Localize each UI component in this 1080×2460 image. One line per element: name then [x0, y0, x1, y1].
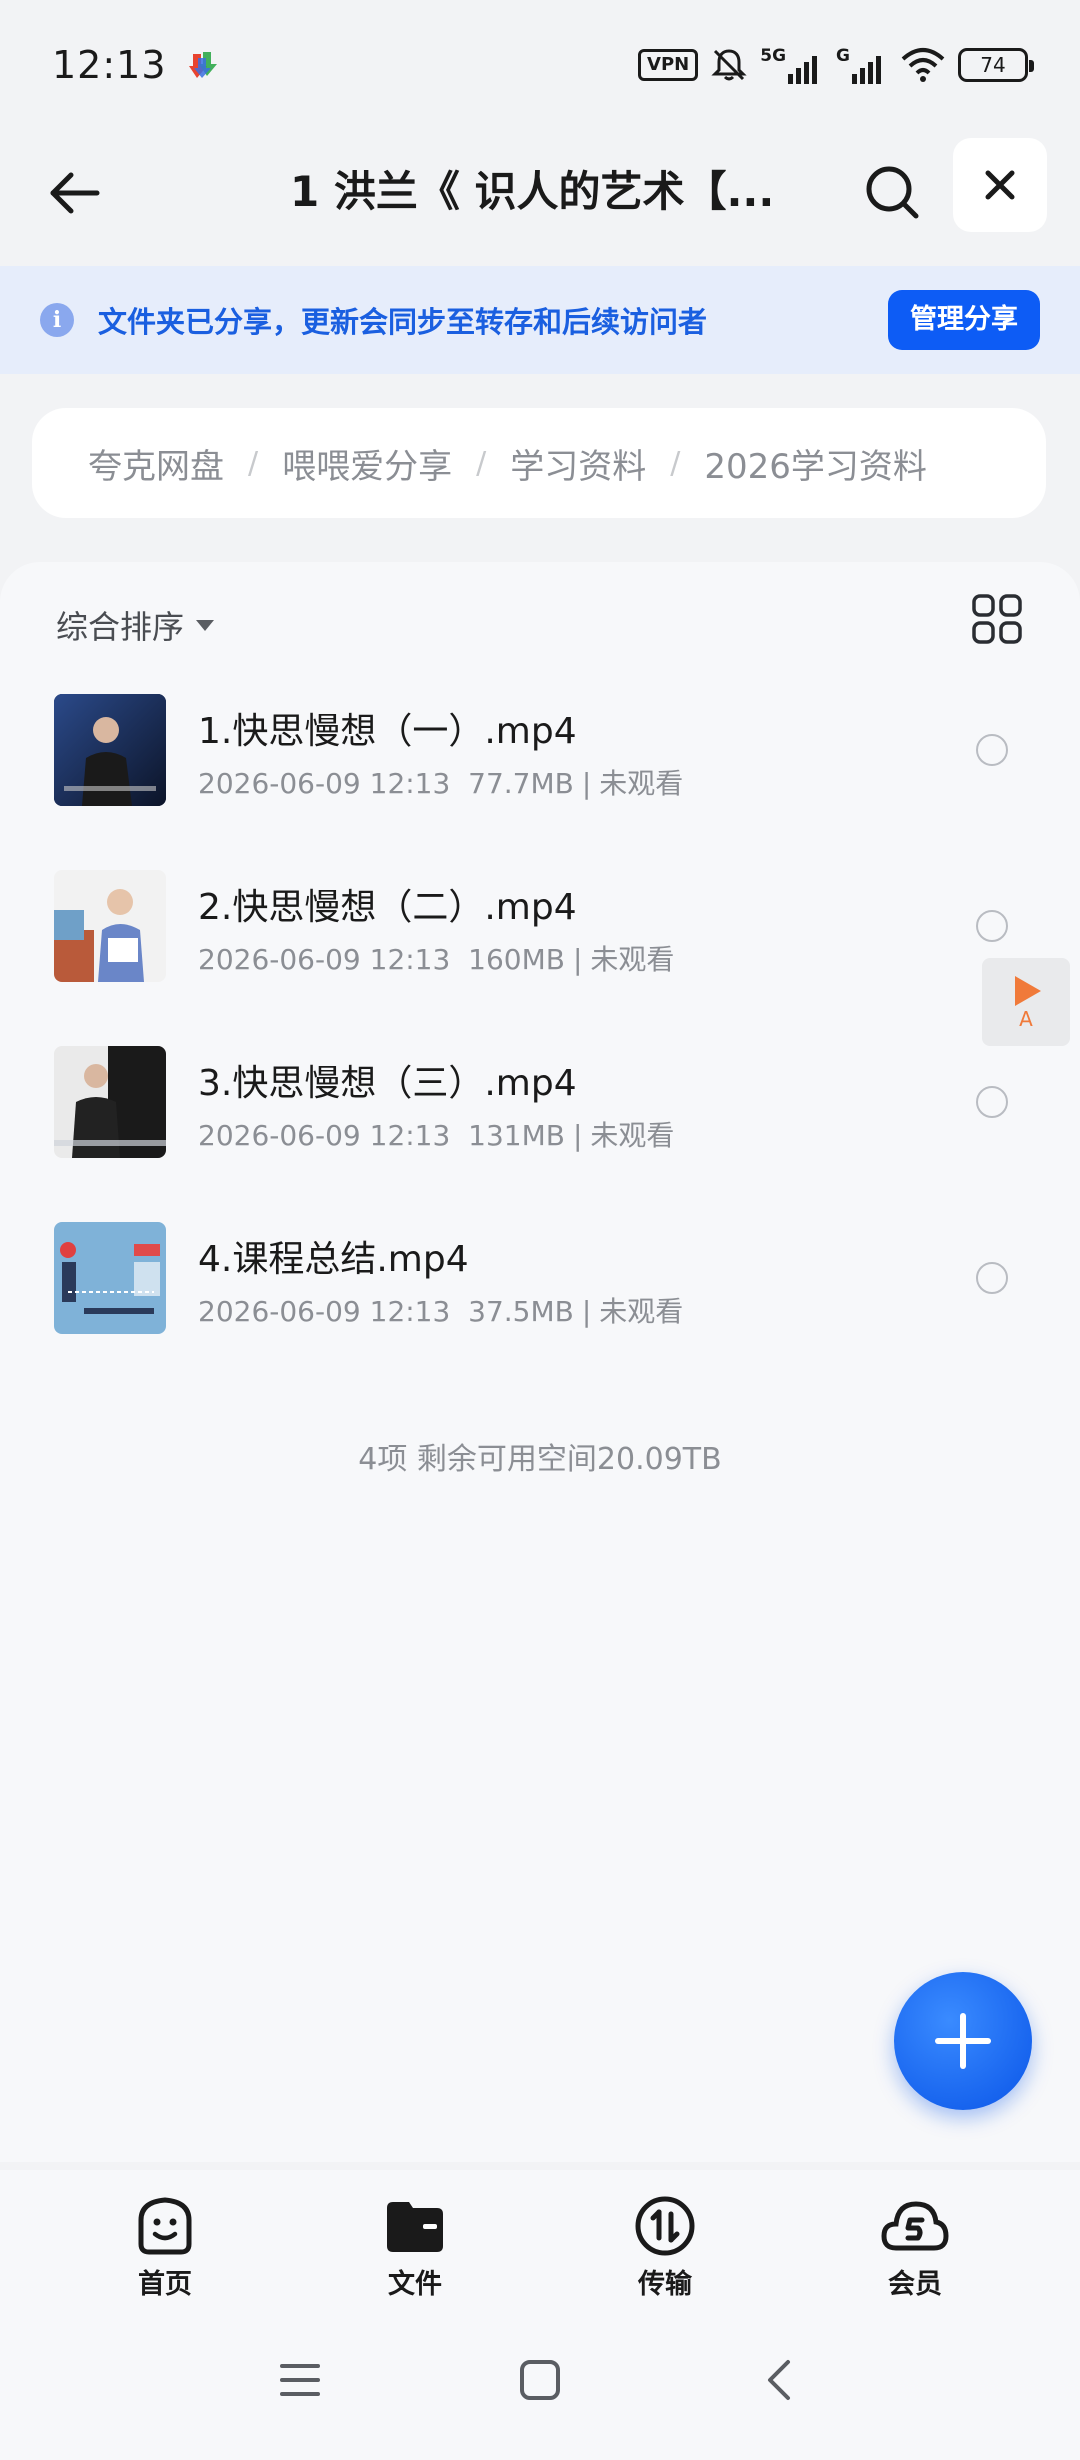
- file-date: 2026-06-09 12:13: [198, 943, 451, 976]
- sort-dropdown[interactable]: 综合排序: [56, 602, 215, 648]
- tab-transfer[interactable]: 传输: [540, 2170, 790, 2310]
- network-5g-label: 5G: [760, 46, 787, 66]
- tab-label: 会员: [888, 2269, 942, 2300]
- tab-home[interactable]: 首页: [40, 2170, 290, 2310]
- file-size: 37.5MB: [468, 1295, 574, 1328]
- file-date: 2026-06-09 12:13: [198, 767, 451, 800]
- file-date: 2026-06-09 12:13: [198, 1295, 451, 1328]
- file-size: 77.7MB: [468, 767, 574, 800]
- page-title: 1 洪兰《 识人的艺术【...: [290, 167, 770, 216]
- folder-icon: [387, 2202, 443, 2252]
- video-thumbnail: [54, 1222, 166, 1334]
- breadcrumb-separator: /: [248, 445, 259, 481]
- select-radio[interactable]: [976, 1086, 1008, 1118]
- network-g-label: G: [836, 46, 850, 66]
- vpn-badge: VPN: [638, 49, 699, 81]
- file-row[interactable]: 1.快思慢想（一）.mp4 2026-06-09 12:13 77.7MB | 未观…: [0, 662, 1080, 838]
- breadcrumb-item-study[interactable]: 学习资料: [510, 439, 646, 488]
- close-icon: [985, 170, 1015, 200]
- meta-separator: |: [581, 1295, 592, 1328]
- file-row[interactable]: 4.课程总结.mp4 2026-06-09 12:13 37.5MB | 未观看: [0, 1190, 1080, 1366]
- add-button[interactable]: [894, 1972, 1032, 2110]
- tab-vip[interactable]: 会员: [790, 2170, 1040, 2310]
- share-banner: i 文件夹已分享，更新会同步至转存和后续访问者 管理分享: [0, 266, 1080, 374]
- tab-label: 首页: [138, 2269, 192, 2300]
- sort-label: 综合排序: [56, 608, 185, 646]
- menu-button[interactable]: [270, 2350, 330, 2410]
- tab-label: 文件: [388, 2269, 442, 2300]
- breadcrumb-separator: /: [670, 445, 681, 481]
- file-meta: 2026-06-09 12:13 160MB | 未观看: [198, 938, 674, 978]
- file-name: 1.快思慢想（一）.mp4: [198, 711, 577, 752]
- signal-g-icon: G: [836, 46, 888, 84]
- breadcrumb-separator: /: [476, 445, 487, 481]
- back-nav-button[interactable]: [750, 2350, 810, 2410]
- floating-player-label: A: [1019, 1007, 1033, 1031]
- file-name: 2.快思慢想（二）.mp4: [198, 887, 577, 928]
- status-indicators: VPN 5G G 74: [638, 46, 1034, 84]
- file-meta: 2026-06-09 12:13 131MB | 未观看: [198, 1114, 674, 1154]
- status-time: 12:13: [52, 43, 167, 87]
- file-status: 未观看: [590, 943, 675, 976]
- file-row[interactable]: 3.快思慢想（三）.mp4 2026-06-09 12:13 131MB | 未观看: [0, 1014, 1080, 1190]
- plus-icon: [935, 2013, 991, 2069]
- bottom-tab-bar: 首页 文件 传输 会员: [0, 2170, 1080, 2310]
- close-button[interactable]: [953, 138, 1047, 232]
- grid-view-icon[interactable]: [970, 592, 1024, 646]
- select-radio[interactable]: [976, 734, 1008, 766]
- file-list-panel: 综合排序 1.快思慢想（一）.mp4 2026-06-09 12:13 77.7…: [0, 562, 1080, 2162]
- meta-separator: |: [581, 767, 592, 800]
- tab-files[interactable]: 文件: [290, 2170, 540, 2310]
- file-meta: 2026-06-09 12:13 37.5MB | 未观看: [198, 1290, 683, 1330]
- status-bar: 12:13 VPN 5G G 74: [0, 0, 1080, 130]
- app-notification-icon: [188, 52, 217, 78]
- storage-summary: 4项 剩余可用空间20.09TB: [358, 1442, 722, 1477]
- breadcrumb-item-root[interactable]: 夸克网盘: [88, 439, 224, 488]
- floating-player[interactable]: A: [982, 958, 1070, 1046]
- info-icon: i: [40, 303, 74, 337]
- search-button[interactable]: [852, 152, 932, 232]
- breadcrumb-item-share[interactable]: 喂喂爱分享: [282, 439, 452, 488]
- system-nav-bar: [0, 2310, 1080, 2460]
- select-radio[interactable]: [976, 1262, 1008, 1294]
- breadcrumb: 夸克网盘 / 喂喂爱分享 / 学习资料 / 2026学习资料: [32, 408, 1046, 518]
- share-banner-text: 文件夹已分享，更新会同步至转存和后续访问者: [98, 305, 708, 339]
- file-meta: 2026-06-09 12:13 77.7MB | 未观看: [198, 762, 683, 802]
- caret-down-icon: [196, 619, 215, 631]
- smiley-home-icon: [138, 2197, 192, 2255]
- play-icon: [1015, 976, 1041, 1006]
- back-button[interactable]: [40, 158, 110, 228]
- home-nav-button[interactable]: [510, 2350, 570, 2410]
- signal-5g-icon: 5G: [760, 46, 824, 84]
- arrow-left-icon: [50, 172, 100, 214]
- file-row[interactable]: 2.快思慢想（二）.mp4 2026-06-09 12:13 160MB | 未观看: [0, 838, 1080, 1014]
- meta-separator: |: [572, 943, 583, 976]
- file-name: 4.课程总结.mp4: [198, 1239, 469, 1280]
- file-status: 未观看: [599, 1295, 684, 1328]
- video-thumbnail: [54, 694, 166, 806]
- meta-separator: |: [572, 1119, 583, 1152]
- mute-bell-icon: [711, 49, 747, 81]
- select-radio[interactable]: [976, 910, 1008, 942]
- menu-icon: [280, 2364, 320, 2396]
- wifi-icon: [901, 48, 945, 82]
- battery-indicator: 74: [958, 48, 1034, 82]
- square-home-icon: [520, 2360, 560, 2400]
- file-size: 160MB: [468, 943, 565, 976]
- file-status: 未观看: [590, 1119, 675, 1152]
- manage-share-button[interactable]: 管理分享: [888, 290, 1040, 350]
- title-bar: 1 洪兰《 识人的艺术【...: [0, 130, 1080, 266]
- breadcrumb-item-2026[interactable]: 2026学习资料: [704, 439, 927, 488]
- video-thumbnail: [54, 1046, 166, 1158]
- file-date: 2026-06-09 12:13: [198, 1119, 451, 1152]
- cloud-vip-icon: [881, 2201, 949, 2251]
- file-name: 3.快思慢想（三）.mp4: [198, 1063, 577, 1104]
- transfer-icon: [635, 2196, 695, 2256]
- chevron-left-icon: [768, 2360, 790, 2400]
- tab-label: 传输: [638, 2269, 692, 2300]
- file-size: 131MB: [468, 1119, 565, 1152]
- file-status: 未观看: [599, 767, 684, 800]
- video-thumbnail: [54, 870, 166, 982]
- search-icon: [866, 166, 919, 219]
